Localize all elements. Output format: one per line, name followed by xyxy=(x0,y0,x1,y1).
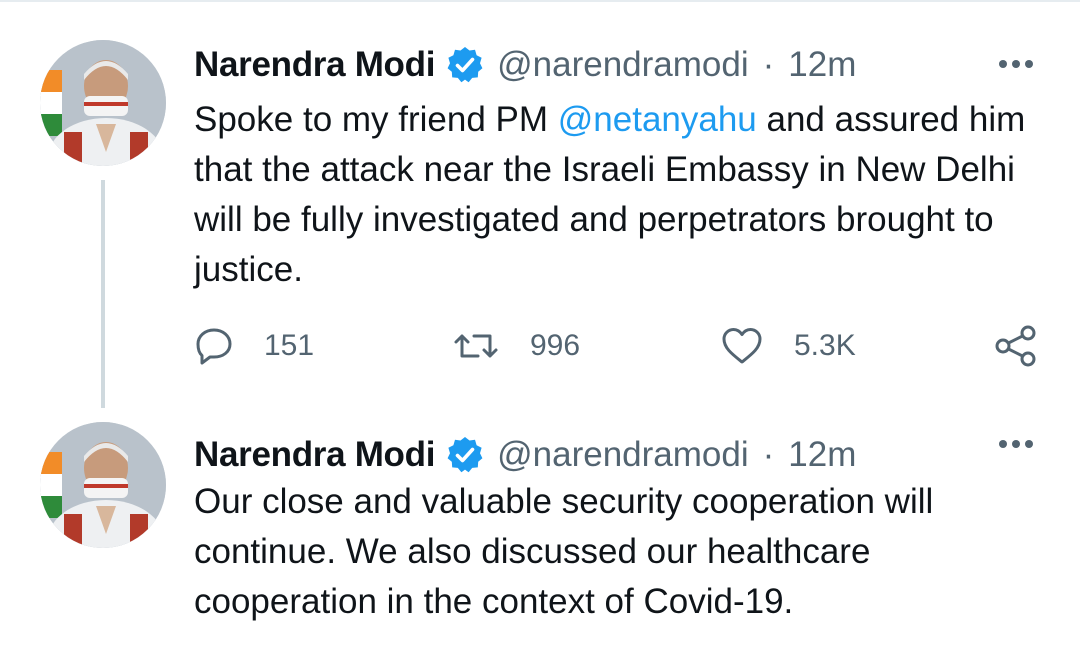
mention-link[interactable]: @netanyahu xyxy=(558,100,757,139)
tweet-header: Narendra Modi @narendramodi · 12m xyxy=(194,40,856,90)
tweet-text: Spoke to my friend PM @netanyahu and ass… xyxy=(194,95,1054,295)
author-name[interactable]: Narendra Modi xyxy=(194,435,435,475)
author-handle[interactable]: @narendramodi xyxy=(497,435,749,475)
tweet-1[interactable]: Narendra Modi @narendramodi · 12m Spoke … xyxy=(0,0,1080,410)
share-button[interactable] xyxy=(994,318,1038,374)
avatar-photo-icon xyxy=(40,40,166,166)
tweet-header: Narendra Modi @narendramodi · 12m xyxy=(194,430,856,480)
tweet-timestamp[interactable]: 12m xyxy=(788,45,856,85)
retweet-count: 996 xyxy=(530,329,581,362)
tweet-text-part: Spoke to my friend PM xyxy=(194,100,558,139)
like-count: 5.3K xyxy=(794,329,856,362)
separator-dot: · xyxy=(762,45,775,84)
tweet-actions: 151 996 5.3K xyxy=(194,318,1044,374)
verified-badge-icon xyxy=(445,45,485,85)
tweet-text: Our close and valuable security cooperat… xyxy=(194,482,934,621)
retweet-button[interactable]: 996 xyxy=(452,318,580,374)
thread-connector-line xyxy=(101,180,105,408)
author-handle[interactable]: @narendramodi xyxy=(497,45,749,85)
separator-dot: · xyxy=(762,435,775,474)
more-options-icon[interactable] xyxy=(996,54,1036,74)
reply-button[interactable]: 151 xyxy=(194,318,314,374)
tweet-timestamp[interactable]: 12m xyxy=(788,435,856,475)
more-options-icon[interactable] xyxy=(996,434,1036,454)
tweet-2[interactable]: Narendra Modi @narendramodi · 12m Our cl… xyxy=(0,410,1080,656)
author-name[interactable]: Narendra Modi xyxy=(194,45,435,85)
avatar[interactable] xyxy=(40,422,166,548)
avatar-photo-icon xyxy=(40,422,166,548)
retweet-icon xyxy=(454,334,498,358)
verified-badge-icon xyxy=(445,435,485,475)
share-icon xyxy=(995,325,1036,367)
reply-count: 151 xyxy=(264,329,315,362)
like-button[interactable]: 5.3K xyxy=(720,318,856,374)
heart-icon xyxy=(722,328,762,364)
reply-icon xyxy=(196,328,232,365)
avatar[interactable] xyxy=(40,40,166,166)
